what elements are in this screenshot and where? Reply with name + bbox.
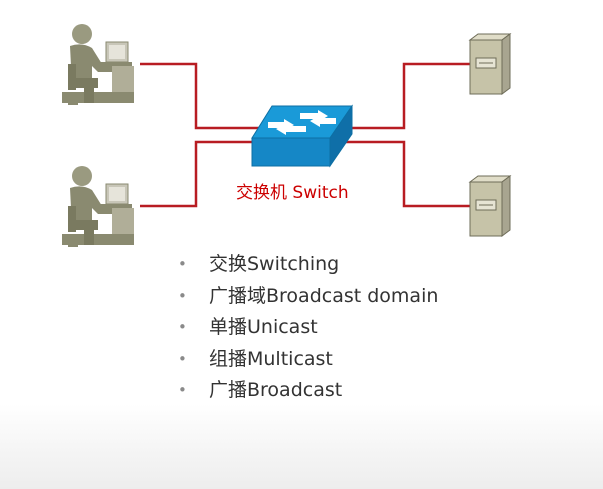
bullet-icon: • — [178, 349, 187, 368]
network-diagram — [62, 24, 512, 247]
bullet-icon: • — [178, 381, 187, 399]
link-switch-server1 — [345, 62, 470, 130]
switch-icon — [251, 104, 353, 168]
term-list: • 交换Switching • 广播域Broadcast domain • 单播Uni… — [178, 250, 438, 408]
list-item: • 单播Unicast — [178, 313, 438, 345]
bullet-icon: • — [178, 255, 187, 273]
server-icon — [468, 175, 512, 237]
term-text: 广播域Broadcast domain — [209, 284, 439, 307]
bullet-icon: • — [178, 318, 187, 336]
link-pc1-switch — [140, 62, 260, 130]
term-text: 广播Broadcast — [209, 379, 343, 401]
switch-label: 交换机 Switch — [236, 183, 349, 203]
list-item: • 广播Broadcast — [178, 376, 438, 408]
user-computer-icon — [62, 166, 134, 247]
list-item: • 交换Switching — [178, 250, 438, 282]
list-item: • 组播Multicast — [178, 345, 438, 377]
term-text: 组播Multicast — [209, 347, 333, 370]
link-switch-server2 — [345, 140, 470, 208]
term-text: 交换Switching — [209, 253, 340, 275]
term-text: 单播Unicast — [209, 316, 318, 338]
list-item: • 广播域Broadcast domain — [178, 282, 438, 314]
bullet-icon: • — [178, 286, 187, 305]
server-icon — [468, 33, 512, 95]
user-computer-icon — [62, 24, 134, 105]
